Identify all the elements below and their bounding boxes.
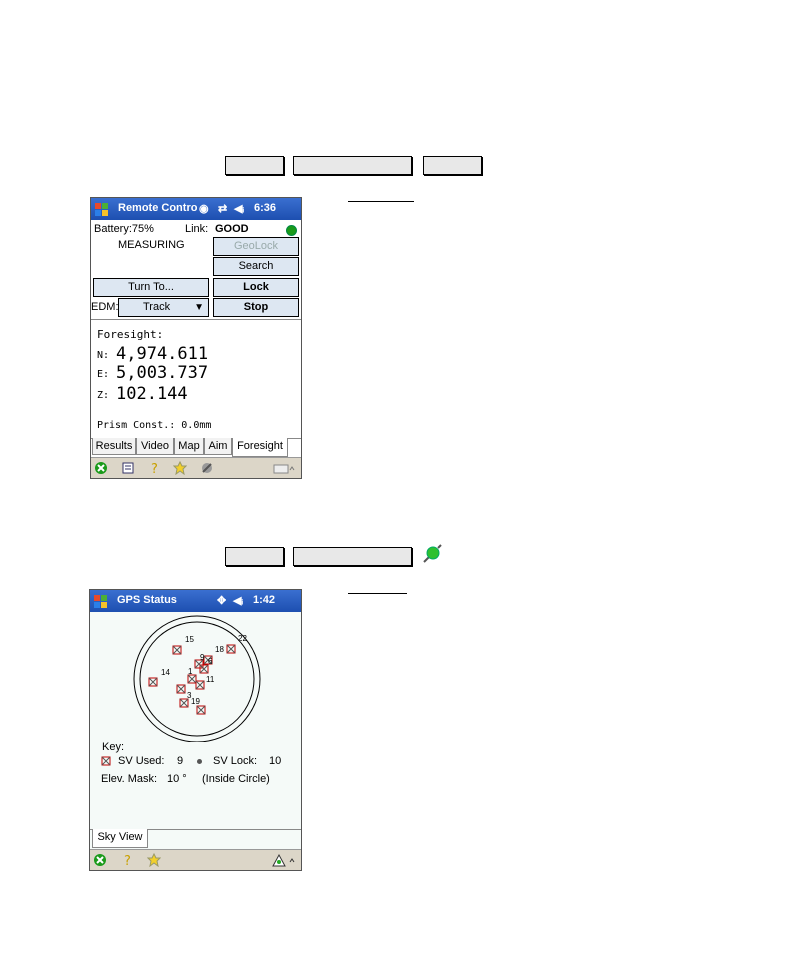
satellite-marker: [195, 680, 205, 690]
menu-bar: ?: [91, 457, 301, 478]
doc-key-4: [225, 547, 284, 566]
satellite-marker: [196, 705, 206, 715]
prism-constant: Prism Const.: 0.0mm: [97, 420, 212, 431]
link-label: Link:: [185, 223, 209, 235]
satellite-label: 9: [200, 653, 205, 662]
geolock-button[interactable]: GeoLock: [213, 237, 299, 256]
foresight-heading: Foresight:: [97, 328, 164, 341]
chevron-down-icon: ▼: [194, 302, 204, 313]
gps-status-screen: GPS Status ✥ ◀ᵢ 1:42 15 22 18 9 6 14 1 11 3 19 Ke…: [89, 589, 302, 871]
satellite-label: 1: [188, 667, 193, 676]
svg-text:?: ?: [151, 462, 158, 475]
satellite-marker: [199, 664, 209, 674]
inside-circle-note: (Inside Circle): [202, 773, 270, 785]
tab-sky-view[interactable]: Sky View: [92, 829, 148, 848]
favorites-icon[interactable]: [173, 461, 187, 475]
volume-icon[interactable]: ◀ᵢ: [233, 594, 243, 607]
checklist-icon[interactable]: [121, 461, 135, 475]
menu-bar: ?: [90, 849, 301, 870]
title-bar: GPS Status ✥ ◀ᵢ 1:42: [90, 590, 301, 612]
tab-foresight[interactable]: Foresight: [232, 438, 288, 457]
gps-satellite-icon: [423, 544, 442, 563]
sv-used-value: 9: [177, 755, 184, 767]
measuring-status: MEASURING: [118, 239, 185, 251]
satellite-label: 14: [161, 668, 170, 677]
tab-map[interactable]: Map: [174, 438, 204, 455]
windows-start-icon[interactable]: [93, 593, 109, 609]
divider: [91, 319, 301, 320]
sky-plot: 15 22189 614 111319: [133, 615, 261, 742]
sv-lock-value: 10: [269, 755, 282, 767]
z-label: Z:: [97, 390, 110, 401]
windows-start-icon[interactable]: [94, 201, 110, 217]
satellite-label: 11: [206, 675, 215, 684]
doc-key-5: [293, 547, 412, 566]
satellite-marker: [148, 677, 158, 687]
sv-used-label: SV Used:: [118, 755, 165, 767]
n-label: N:: [97, 350, 110, 361]
search-button[interactable]: Search: [213, 257, 299, 276]
clock[interactable]: 6:36: [254, 202, 276, 214]
e-value: 5,003.737: [116, 363, 209, 383]
sv-lock-icon: [197, 759, 202, 764]
n-value: 4,974.611: [116, 344, 209, 364]
keyboard-icon[interactable]: [273, 461, 295, 475]
tab-bar: Sky View: [90, 829, 301, 850]
doc-key-3: [423, 156, 482, 175]
help-icon[interactable]: ?: [121, 853, 135, 867]
sv-lock-label: SV Lock:: [213, 755, 258, 767]
sync-icon[interactable]: ⇄: [218, 202, 227, 215]
e-label: E:: [97, 369, 110, 380]
doc-rule-1: [348, 201, 414, 202]
turn-to-button[interactable]: Turn To...: [93, 278, 209, 297]
favorites-icon[interactable]: [147, 853, 161, 867]
lock-button[interactable]: Lock: [213, 278, 299, 297]
remote-control-screen: Remote Contro ◉ ⇄ ◀ᵢ 6:36 Battery:75% Li…: [90, 197, 302, 479]
app-title: Remote Contro: [118, 202, 198, 214]
sv-used-icon: [101, 756, 111, 766]
tab-bar: Results Video Map Aim Foresight: [91, 438, 301, 459]
clock[interactable]: 1:42: [253, 594, 275, 606]
connectivity-icon[interactable]: ✥: [217, 594, 226, 607]
tab-aim[interactable]: Aim: [204, 438, 232, 455]
doc-rule-2: [348, 593, 407, 594]
satellite-label: 19: [191, 697, 200, 706]
key-label: Key:: [102, 741, 125, 753]
title-bar: Remote Contro ◉ ⇄ ◀ᵢ 6:36: [91, 198, 301, 220]
link-value: GOOD: [215, 223, 249, 235]
doc-key-2: [293, 156, 412, 175]
close-icon[interactable]: [94, 461, 108, 475]
tab-video[interactable]: Video: [136, 438, 174, 455]
satellite-marker: [187, 674, 197, 684]
satellite-marker: [179, 698, 189, 708]
battery-status: Battery:75%: [94, 223, 154, 235]
stop-button[interactable]: Stop: [213, 298, 299, 317]
satellite-label: 15: [185, 635, 194, 644]
svg-text:?: ?: [124, 854, 131, 867]
help-icon[interactable]: ?: [148, 461, 162, 475]
close-icon[interactable]: [93, 853, 107, 867]
satellite-label: 6: [208, 657, 213, 666]
z-value: 102.144: [116, 384, 188, 404]
satellite-marker: [176, 684, 186, 694]
connectivity-icon[interactable]: ◉: [199, 202, 209, 215]
volume-icon[interactable]: ◀ᵢ: [234, 202, 244, 215]
satellite-label: 18: [215, 645, 224, 654]
link-status-icon: [286, 225, 297, 236]
elev-mask-label: Elev. Mask:: [101, 773, 158, 785]
satellite-marker: [226, 644, 236, 654]
edm-value: Track: [143, 301, 171, 313]
doc-key-1: [225, 156, 284, 175]
edm-select[interactable]: Track ▼: [118, 298, 209, 317]
satellite-label: 22: [238, 634, 247, 643]
edm-label: EDM:: [91, 301, 119, 313]
elev-mask-value: 10 °: [167, 773, 187, 785]
satellite-marker: [172, 645, 182, 655]
app-title: GPS Status: [117, 594, 177, 606]
tab-results[interactable]: Results: [92, 438, 136, 455]
tools-icon[interactable]: [200, 461, 214, 475]
gps-icon[interactable]: [271, 853, 297, 867]
